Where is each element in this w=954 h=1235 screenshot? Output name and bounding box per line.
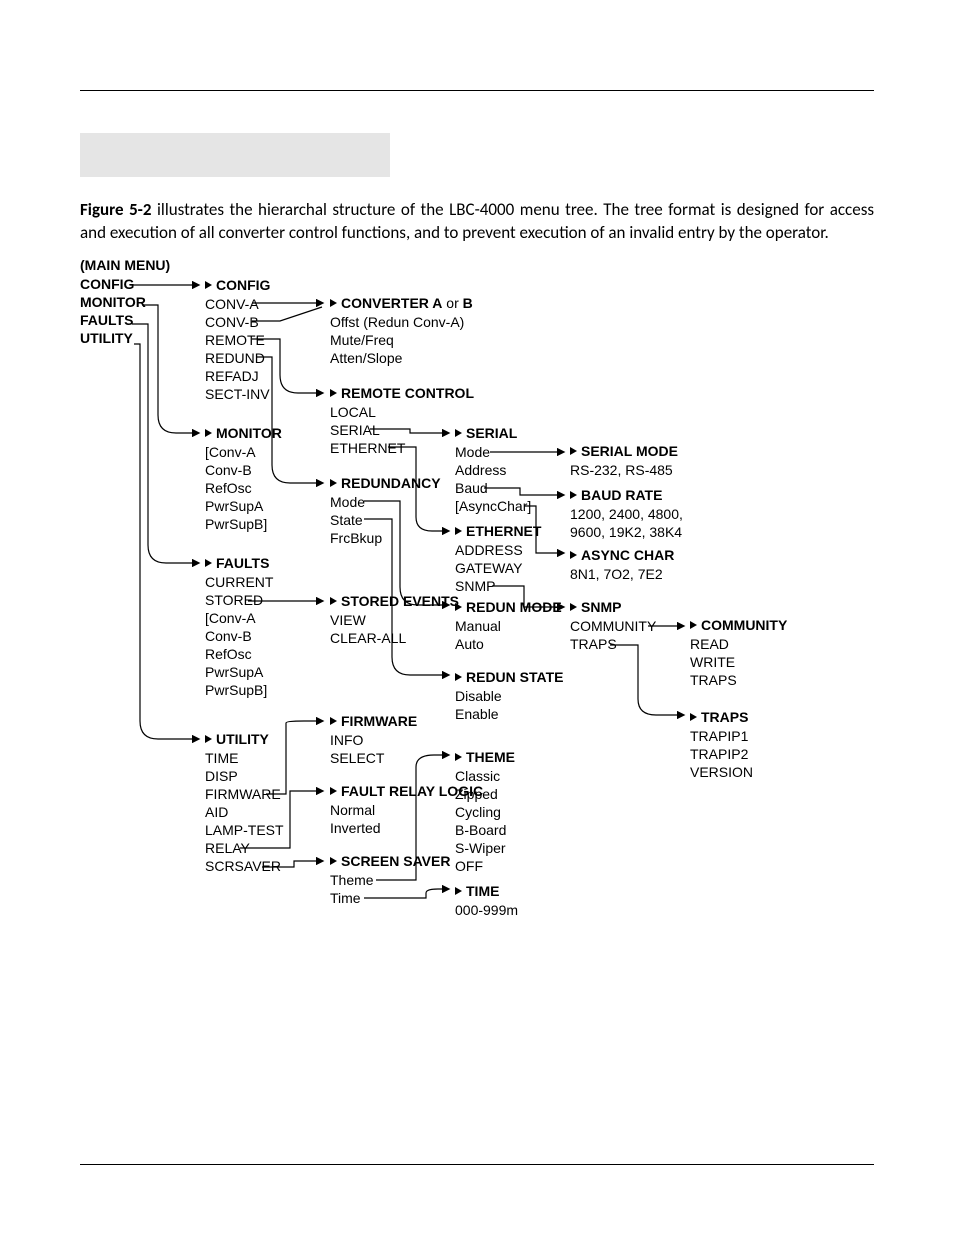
time-items: 000-999m <box>455 901 518 919</box>
traps-header: TRAPS <box>690 709 748 725</box>
arrow-icon <box>330 857 337 865</box>
utility-header: UTILITY <box>205 731 269 747</box>
fault-relay-items: Normal Inverted <box>330 801 381 837</box>
screen-saver-header: SCREEN SAVER <box>330 853 450 869</box>
config-header: CONFIG <box>205 277 270 293</box>
redun-mode-items: Manual Auto <box>455 617 501 653</box>
section-heading-placeholder <box>80 133 390 177</box>
snmp-header: SNMP <box>570 599 621 615</box>
traps-items: TRAPIP1 TRAPIP2 VERSION <box>690 727 753 781</box>
monitor-items: [Conv-A Conv-B RefOsc PwrSupA PwrSupB] <box>205 443 267 533</box>
redun-state-items: Disable Enable <box>455 687 502 723</box>
page: Figure 5-2 illustrates the hierarchal st… <box>0 0 954 1235</box>
baud-rate-header: BAUD RATE <box>570 487 662 503</box>
arrow-icon <box>330 597 337 605</box>
faults-items: CURRENT STORED [Conv-A Conv-B RefOsc Pwr… <box>205 573 273 699</box>
arrow-icon <box>330 787 337 795</box>
arrow-icon <box>205 281 212 289</box>
arrow-icon <box>205 559 212 567</box>
firmware-header: FIRMWARE <box>330 713 417 729</box>
arrow-icon <box>455 527 462 535</box>
theme-header: THEME <box>455 749 515 765</box>
async-char-items: 8N1, 7O2, 7E2 <box>570 565 663 583</box>
arrow-icon <box>330 717 337 725</box>
config-items: CONV-A CONV-B REMOTE REDUND REFADJ SECT-… <box>205 295 270 403</box>
main-menu-items: CONFIG MONITOR FAULTS UTILITY <box>80 275 146 347</box>
top-rule <box>80 90 874 91</box>
stored-events-header: STORED EVENTS <box>330 593 459 609</box>
ethernet-items: ADDRESS GATEWAY SNMP <box>455 541 523 595</box>
stored-events-items: VIEW CLEAR-ALL <box>330 611 406 647</box>
arrow-icon <box>570 551 577 559</box>
arrow-icon <box>690 713 697 721</box>
arrow-icon <box>455 887 462 895</box>
screen-saver-items: Theme Time <box>330 871 374 907</box>
figure-reference: Figure 5-2 <box>80 199 152 220</box>
serial-mode-header: SERIAL MODE <box>570 443 678 459</box>
arrow-icon <box>570 491 577 499</box>
converter-header: CONVERTER A or B <box>330 295 473 311</box>
community-items: READ WRITE TRAPS <box>690 635 737 689</box>
arrow-icon <box>205 735 212 743</box>
baud-rate-items: 1200, 2400, 4800, 9600, 19K2, 38K4 <box>570 505 683 541</box>
redun-mode-header: REDUN MODE <box>455 599 562 615</box>
converter-items: Offst (Redun Conv-A) Mute/Freq Atten/Slo… <box>330 313 464 367</box>
snmp-items: COMMUNITY TRAPS <box>570 617 656 653</box>
time-header: TIME <box>455 883 499 899</box>
arrow-icon <box>690 621 697 629</box>
arrow-icon <box>570 447 577 455</box>
async-char-header: ASYNC CHAR <box>570 547 674 563</box>
intro-text: illustrates the hierarchal structure of … <box>80 199 874 243</box>
serial-items: Mode Address Baud [AsyncChar] <box>455 443 531 515</box>
arrow-icon <box>330 299 337 307</box>
firmware-items: INFO SELECT <box>330 731 384 767</box>
monitor-header: MONITOR <box>205 425 282 441</box>
arrow-icon <box>455 429 462 437</box>
redundancy-header: REDUNDANCY <box>330 475 441 491</box>
main-menu-header: (MAIN MENU) <box>80 257 170 273</box>
utility-items: TIME DISP FIRMWARE AID LAMP-TEST RELAY S… <box>205 749 284 875</box>
redun-state-header: REDUN STATE <box>455 669 563 685</box>
arrow-icon <box>570 603 577 611</box>
arrow-icon <box>455 673 462 681</box>
community-header: COMMUNITY <box>690 617 787 633</box>
arrow-icon <box>330 479 337 487</box>
remote-control-header: REMOTE CONTROL <box>330 385 474 401</box>
arrow-icon <box>455 753 462 761</box>
intro-paragraph: Figure 5-2 illustrates the hierarchal st… <box>80 199 874 245</box>
serial-mode-items: RS-232, RS-485 <box>570 461 673 479</box>
redundancy-items: Mode State FrcBkup <box>330 493 382 547</box>
ethernet-header: ETHERNET <box>455 523 541 539</box>
theme-items: Classic Zipped Cycling B-Board S-Wiper O… <box>455 767 506 875</box>
arrow-icon <box>455 603 462 611</box>
remote-control-items: LOCAL SERIAL ETHERNET <box>330 403 405 457</box>
serial-header: SERIAL <box>455 425 517 441</box>
bottom-rule <box>80 1164 874 1165</box>
arrow-icon <box>205 429 212 437</box>
faults-header: FAULTS <box>205 555 269 571</box>
arrow-icon <box>330 389 337 397</box>
